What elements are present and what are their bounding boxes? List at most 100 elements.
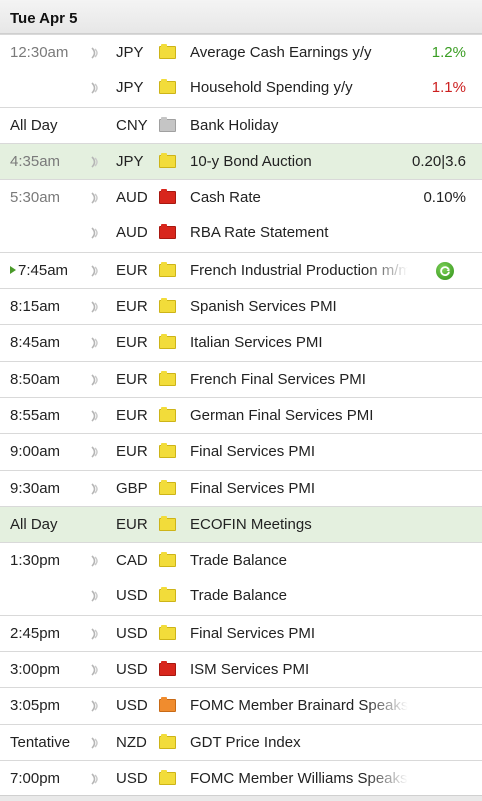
- calendar-row[interactable]: 2:45pm USD Final Services PMI: [0, 614, 482, 652]
- event-title[interactable]: French Industrial Production m/m: [190, 253, 408, 289]
- event-title[interactable]: Household Spending y/y: [190, 70, 408, 106]
- event-time-text: All Day: [10, 116, 58, 134]
- speaker-icon[interactable]: [91, 35, 101, 71]
- event-title[interactable]: GDT Price Index: [190, 725, 408, 761]
- event-title[interactable]: 10-y Bond Auction: [190, 144, 408, 180]
- event-time: 7:00pm: [10, 761, 60, 797]
- event-title[interactable]: FOMC Member Williams Speaks: [190, 761, 408, 797]
- calendar-row[interactable]: 7:00pm USD FOMC Member Williams Speaks: [0, 759, 482, 797]
- event-time-text: 2:45pm: [10, 624, 61, 642]
- calendar-row[interactable]: 8:45am EUR Italian Services PMI: [0, 324, 482, 360]
- calendar-row[interactable]: All Day EUR ECOFIN Meetings: [0, 505, 482, 543]
- calendar-row[interactable]: 8:50am EUR French Final Services PMI: [0, 360, 482, 398]
- folder-impact-icon: [159, 578, 176, 614]
- event-title[interactable]: Trade Balance: [190, 578, 408, 614]
- event-time: 5:30am: [10, 180, 60, 216]
- event-time-text: 9:30am: [10, 479, 61, 497]
- event-title[interactable]: French Final Services PMI: [190, 362, 408, 398]
- calendar-row[interactable]: Tentative NZD GDT Price Index: [0, 723, 482, 761]
- speaker-icon[interactable]: [91, 761, 101, 797]
- calendar-row[interactable]: JPY Household Spending y/y 1.1%: [0, 70, 482, 106]
- speaker-icon[interactable]: [91, 325, 101, 361]
- event-time: 2:45pm: [10, 616, 60, 652]
- speaker-icon[interactable]: [91, 289, 101, 325]
- calendar-row[interactable]: 8:55am EUR German Final Services PMI: [0, 396, 482, 434]
- speaker-icon[interactable]: [91, 398, 101, 434]
- calendar-row[interactable]: 7:45am EUR French Industrial Production m/…: [0, 251, 482, 289]
- calendar-row[interactable]: 9:30am GBP Final Services PMI: [0, 469, 482, 507]
- speaker-icon[interactable]: [91, 688, 101, 724]
- event-title[interactable]: ECOFIN Meetings: [190, 507, 408, 543]
- folder-impact-icon: [159, 70, 176, 106]
- event-time: All Day: [10, 108, 58, 144]
- folder-impact-icon: [159, 35, 176, 71]
- speaker-icon[interactable]: [91, 543, 101, 579]
- folder-impact-icon: [159, 180, 176, 216]
- event-time: 8:15am: [10, 289, 60, 325]
- event-time-text: Tentative: [10, 733, 71, 751]
- event-title[interactable]: Trade Balance: [190, 543, 408, 579]
- calendar-row[interactable]: 12:30am JPY Average Cash Earnings y/y 1.2%: [0, 34, 482, 70]
- event-time-text: 4:35am: [10, 152, 61, 170]
- event-title[interactable]: Bank Holiday: [190, 108, 408, 144]
- event-actual-value: 1.1%: [431, 79, 466, 97]
- calendar-row[interactable]: 4:35am JPY 10-y Bond Auction 0.20|3.6: [0, 142, 482, 180]
- event-title[interactable]: Average Cash Earnings y/y: [190, 35, 408, 71]
- date-header: Tue Apr 5: [0, 0, 482, 34]
- calendar-rows: 12:30am JPY Average Cash Earnings y/y 1.2% J…: [0, 34, 482, 796]
- event-time: 7:45am: [10, 253, 68, 289]
- calendar-row[interactable]: USD Trade Balance: [0, 578, 482, 614]
- calendar-row[interactable]: 5:30am AUD Cash Rate 0.10%: [0, 179, 482, 215]
- calendar-row[interactable]: 3:00pm USD ISM Services PMI: [0, 651, 482, 687]
- folder-impact-icon: [159, 289, 176, 325]
- calendar-row[interactable]: 3:05pm USD FOMC Member Brainard Speaks: [0, 687, 482, 723]
- event-currency: JPY: [116, 44, 144, 61]
- event-time-text: 7:45am: [18, 261, 69, 279]
- refresh-icon[interactable]: [436, 261, 454, 280]
- calendar-row[interactable]: AUD RBA Rate Statement: [0, 215, 482, 251]
- event-title[interactable]: Final Services PMI: [190, 616, 408, 652]
- calendar-row[interactable]: 8:15am EUR Spanish Services PMI: [0, 288, 482, 324]
- speaker-icon[interactable]: [91, 471, 101, 507]
- event-time-text: 7:00pm: [10, 769, 61, 787]
- event-title[interactable]: RBA Rate Statement: [190, 215, 408, 251]
- event-title[interactable]: ISM Services PMI: [190, 652, 408, 688]
- event-title[interactable]: German Final Services PMI: [190, 398, 408, 434]
- folder-impact-icon: [159, 253, 176, 289]
- event-title[interactable]: Cash Rate: [190, 180, 408, 216]
- event-title[interactable]: Final Services PMI: [190, 471, 408, 507]
- event-title[interactable]: Italian Services PMI: [190, 325, 408, 361]
- calendar-row[interactable]: 9:00am EUR Final Services PMI: [0, 433, 482, 469]
- speaker-icon[interactable]: [91, 652, 101, 688]
- folder-impact-icon: [159, 616, 176, 652]
- event-time: 1:30pm: [10, 543, 60, 579]
- speaker-icon[interactable]: [91, 578, 101, 614]
- event-title[interactable]: FOMC Member Brainard Speaks: [190, 688, 408, 724]
- folder-impact-icon: [159, 144, 176, 180]
- speaker-icon[interactable]: [91, 434, 101, 470]
- event-currency: EUR: [116, 370, 148, 388]
- speaker-icon[interactable]: [91, 253, 101, 289]
- event-title[interactable]: Spanish Services PMI: [190, 289, 408, 325]
- event-currency: EUR: [116, 298, 148, 316]
- calendar-row[interactable]: 1:30pm CAD Trade Balance: [0, 542, 482, 578]
- speaker-icon[interactable]: [91, 362, 101, 398]
- event-currency: AUD: [116, 224, 148, 242]
- folder-impact-icon: [159, 507, 176, 543]
- event-currency: EUR: [116, 261, 148, 279]
- event-time: All Day: [10, 507, 58, 543]
- speaker-icon[interactable]: [91, 616, 101, 652]
- event-currency: CAD: [116, 552, 148, 570]
- speaker-icon[interactable]: [91, 70, 101, 106]
- speaker-icon[interactable]: [91, 180, 101, 216]
- speaker-icon[interactable]: [91, 725, 101, 761]
- speaker-icon[interactable]: [91, 215, 101, 251]
- event-currency: EUR: [116, 334, 148, 352]
- speaker-icon[interactable]: [91, 144, 101, 180]
- folder-impact-icon: [159, 688, 176, 724]
- folder-impact-icon: [159, 108, 176, 144]
- event-actual-value: 1.2%: [431, 44, 466, 61]
- calendar-row[interactable]: All Day CNY Bank Holiday: [0, 106, 482, 144]
- event-title[interactable]: Final Services PMI: [190, 434, 408, 470]
- event-currency: USD: [116, 769, 148, 787]
